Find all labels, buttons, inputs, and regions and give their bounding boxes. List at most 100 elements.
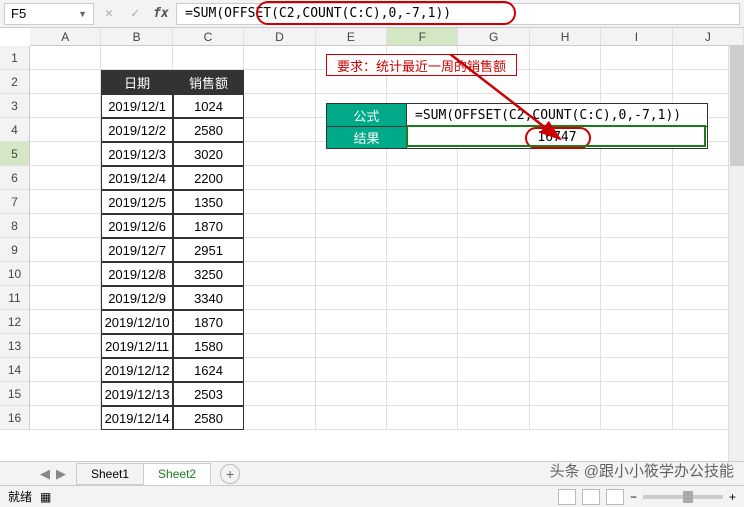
cell[interactable] — [387, 406, 458, 430]
cell[interactable] — [30, 310, 101, 334]
cell[interactable] — [316, 382, 387, 406]
vertical-scroll-thumb[interactable] — [730, 46, 744, 166]
zoom-slider[interactable] — [643, 495, 723, 499]
cell[interactable] — [530, 334, 601, 358]
cell[interactable] — [30, 214, 101, 238]
cell[interactable]: 2019/12/2 — [101, 118, 172, 142]
cell[interactable] — [530, 358, 601, 382]
cell[interactable] — [316, 406, 387, 430]
col-header-D[interactable]: D — [244, 28, 315, 45]
cell[interactable] — [601, 406, 672, 430]
cell[interactable]: 2019/12/3 — [101, 142, 172, 166]
cell[interactable]: 2019/12/10 — [101, 310, 172, 334]
cell[interactable] — [244, 406, 315, 430]
cell[interactable]: 2580 — [173, 406, 244, 430]
formula-input[interactable]: =SUM(OFFSET(C2,COUNT(C:C),0,-7,1)) — [176, 3, 740, 25]
cell[interactable] — [601, 310, 672, 334]
cell[interactable] — [387, 310, 458, 334]
row-header-5[interactable]: 5 — [0, 142, 29, 166]
cell[interactable]: 1870 — [173, 214, 244, 238]
cell[interactable] — [530, 166, 601, 190]
cell[interactable]: 2019/12/5 — [101, 190, 172, 214]
cell[interactable] — [30, 406, 101, 430]
cell[interactable] — [30, 166, 101, 190]
cell[interactable] — [244, 382, 315, 406]
cell[interactable] — [244, 46, 315, 70]
name-box[interactable]: F5 ▼ — [4, 3, 94, 25]
cell[interactable] — [244, 310, 315, 334]
cell[interactable] — [530, 310, 601, 334]
cell[interactable] — [244, 118, 315, 142]
cell[interactable] — [458, 262, 529, 286]
fx-icon[interactable]: fx — [150, 4, 172, 24]
col-header-B[interactable]: B — [101, 28, 172, 45]
enter-icon[interactable]: ✓ — [124, 4, 146, 24]
cell[interactable] — [601, 382, 672, 406]
cell[interactable] — [601, 238, 672, 262]
next-sheet-icon[interactable]: ▶ — [56, 466, 66, 482]
cell[interactable] — [530, 286, 601, 310]
col-header-C[interactable]: C — [173, 28, 244, 45]
col-header-I[interactable]: I — [601, 28, 672, 45]
cell[interactable] — [530, 238, 601, 262]
cell[interactable] — [30, 382, 101, 406]
cell[interactable] — [387, 382, 458, 406]
cell[interactable] — [530, 382, 601, 406]
cell[interactable] — [458, 214, 529, 238]
cell[interactable] — [530, 46, 601, 70]
cell[interactable] — [316, 286, 387, 310]
cell[interactable]: 1580 — [173, 334, 244, 358]
cell[interactable] — [244, 70, 315, 94]
view-page-layout-icon[interactable] — [582, 489, 600, 505]
cell[interactable] — [30, 94, 101, 118]
cell[interactable] — [244, 166, 315, 190]
cell[interactable] — [30, 262, 101, 286]
col-header-E[interactable]: E — [316, 28, 387, 45]
col-header-F[interactable]: F — [387, 28, 458, 45]
zoom-in-icon[interactable]: + — [729, 490, 736, 504]
macro-record-icon[interactable]: ▦ — [40, 490, 51, 504]
cell[interactable]: 2503 — [173, 382, 244, 406]
cell[interactable]: 3340 — [173, 286, 244, 310]
cell[interactable]: 2019/12/13 — [101, 382, 172, 406]
row-header-2[interactable]: 2 — [0, 70, 29, 94]
cell[interactable] — [244, 190, 315, 214]
cell[interactable] — [458, 286, 529, 310]
cell[interactable] — [387, 286, 458, 310]
cell[interactable]: 2019/12/9 — [101, 286, 172, 310]
cell[interactable]: 1024 — [173, 94, 244, 118]
tab-nav-arrows[interactable]: ◀▶ — [30, 466, 76, 482]
cell[interactable]: 1870 — [173, 310, 244, 334]
row-header-8[interactable]: 8 — [0, 214, 29, 238]
row-header-10[interactable]: 10 — [0, 262, 29, 286]
vertical-scrollbar[interactable] — [728, 46, 744, 461]
cell[interactable] — [387, 262, 458, 286]
cell[interactable]: 2019/12/6 — [101, 214, 172, 238]
cell[interactable] — [30, 70, 101, 94]
row-header-15[interactable]: 15 — [0, 382, 29, 406]
cell[interactable] — [458, 190, 529, 214]
cell[interactable] — [244, 358, 315, 382]
cell[interactable]: 2951 — [173, 238, 244, 262]
row-header-3[interactable]: 3 — [0, 94, 29, 118]
cell[interactable] — [530, 406, 601, 430]
name-box-dropdown-icon[interactable]: ▼ — [78, 9, 87, 19]
cell[interactable] — [316, 262, 387, 286]
cell[interactable] — [530, 190, 601, 214]
cell[interactable]: 3020 — [173, 142, 244, 166]
cell[interactable] — [316, 310, 387, 334]
cell[interactable] — [458, 406, 529, 430]
cell[interactable] — [30, 286, 101, 310]
col-header-J[interactable]: J — [673, 28, 744, 45]
row-header-7[interactable]: 7 — [0, 190, 29, 214]
cell[interactable]: 2019/12/1 — [101, 94, 172, 118]
cell[interactable] — [101, 46, 172, 70]
cell[interactable] — [244, 142, 315, 166]
cancel-icon[interactable]: ✕ — [98, 4, 120, 24]
row-header-1[interactable]: 1 — [0, 46, 29, 70]
row-header-9[interactable]: 9 — [0, 238, 29, 262]
cell[interactable] — [30, 142, 101, 166]
cell[interactable] — [458, 358, 529, 382]
cell[interactable] — [30, 238, 101, 262]
zoom-out-icon[interactable]: − — [630, 490, 637, 504]
